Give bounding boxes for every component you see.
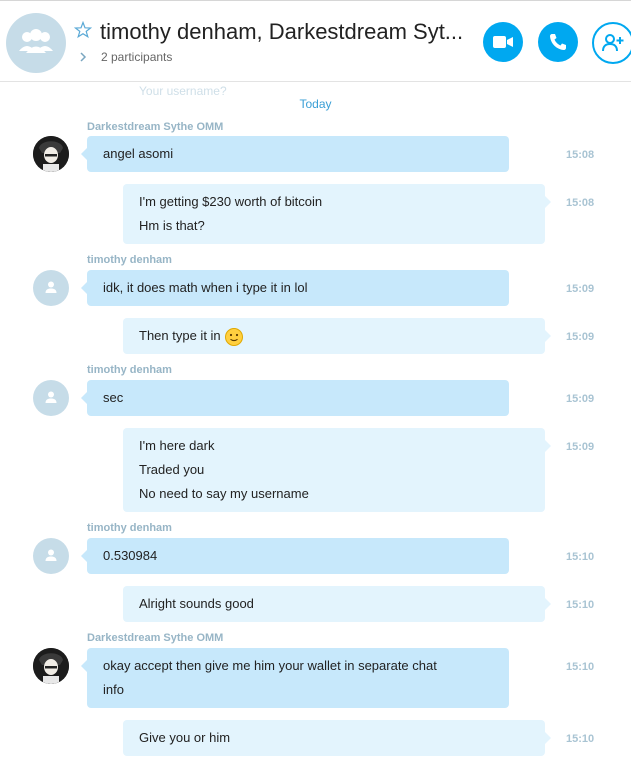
video-call-button[interactable]	[483, 22, 523, 62]
message-text: angel asomi	[103, 146, 174, 161]
message-text: Then type it in	[139, 324, 529, 348]
sender-avatar[interactable]	[33, 648, 69, 684]
message-timestamp: 15:09	[566, 393, 595, 405]
participants-count[interactable]: 2 participants	[101, 50, 172, 64]
sender-name: Darkestdream Sythe OMM	[87, 632, 224, 644]
message-text: Give you or him	[139, 730, 231, 745]
message-text: No need to say my username	[139, 486, 309, 501]
ghost-text: Your username?	[139, 84, 227, 98]
sender-name: timothy denham	[87, 254, 172, 266]
message-bubble[interactable]: Give you or him	[123, 720, 551, 756]
message-text: info	[103, 682, 124, 697]
sender-name: timothy denham	[87, 364, 172, 376]
conversation-header: timothy denham, Darkestdream Syt... 2 pa…	[0, 0, 631, 82]
message-timestamp: 15:10	[566, 599, 595, 611]
message-text: Alright sounds good	[139, 596, 254, 611]
add-person-icon	[602, 34, 624, 52]
conversation-title[interactable]: timothy denham, Darkestdream Syt...	[100, 19, 463, 45]
profile-photo	[33, 136, 69, 172]
message-text: Hm is that?	[139, 218, 205, 233]
message-timestamp: 15:08	[566, 197, 595, 209]
message-bubble[interactable]: idk, it does math when i type it in lol	[81, 270, 509, 306]
message-timestamp: 15:10	[566, 661, 595, 673]
message-bubble[interactable]: I'm getting $230 worth of bitcoin Hm is …	[123, 184, 551, 244]
message-timestamp: 15:09	[566, 441, 595, 453]
message-timestamp: 15:10	[566, 733, 595, 745]
message-bubble[interactable]: okay accept then give me him your wallet…	[81, 648, 509, 708]
message-bubble[interactable]: Then type it in	[123, 318, 551, 354]
slight-smile-emoji	[224, 327, 243, 346]
message-timestamp: 15:08	[566, 149, 595, 161]
message-bubble[interactable]: 0.530984	[81, 538, 509, 574]
add-participant-button[interactable]	[592, 22, 631, 64]
star-icon[interactable]	[74, 21, 92, 39]
message-timestamp: 15:10	[566, 551, 595, 563]
video-call-icon	[493, 36, 513, 48]
message-bubble[interactable]: I'm here dark Traded you No need to say …	[123, 428, 551, 512]
message-text: sec	[103, 390, 124, 405]
message-timestamp: 15:09	[566, 331, 595, 343]
message-text: I'm here dark	[139, 438, 215, 453]
message-bubble[interactable]: angel asomi	[81, 136, 509, 172]
sender-avatar[interactable]	[33, 380, 69, 416]
group-icon	[19, 29, 53, 53]
message-text: I'm getting $230 worth of bitcoin	[139, 194, 323, 209]
message-text: okay accept then give me him your wallet…	[103, 658, 437, 673]
sender-name: timothy denham	[87, 522, 172, 534]
sender-avatar[interactable]	[33, 270, 69, 306]
message-bubble[interactable]: Alright sounds good	[123, 586, 551, 622]
message-bubble[interactable]: sec	[81, 380, 509, 416]
message-text: Traded you	[139, 462, 205, 477]
date-divider: Today	[299, 97, 332, 111]
user-icon	[45, 281, 57, 293]
voice-call-button[interactable]	[538, 22, 578, 62]
chevron-right-icon[interactable]	[78, 51, 88, 63]
user-icon	[45, 391, 57, 403]
group-avatar[interactable]	[6, 13, 66, 73]
message-text: idk, it does math when i type it in lol	[103, 280, 308, 295]
sender-name: Darkestdream Sythe OMM	[87, 121, 224, 133]
phone-icon	[550, 34, 566, 50]
message-text: 0.530984	[103, 548, 158, 563]
user-icon	[45, 549, 57, 561]
message-timestamp: 15:09	[566, 283, 595, 295]
profile-photo	[33, 648, 69, 684]
sender-avatar[interactable]	[33, 136, 69, 172]
sender-avatar[interactable]	[33, 538, 69, 574]
